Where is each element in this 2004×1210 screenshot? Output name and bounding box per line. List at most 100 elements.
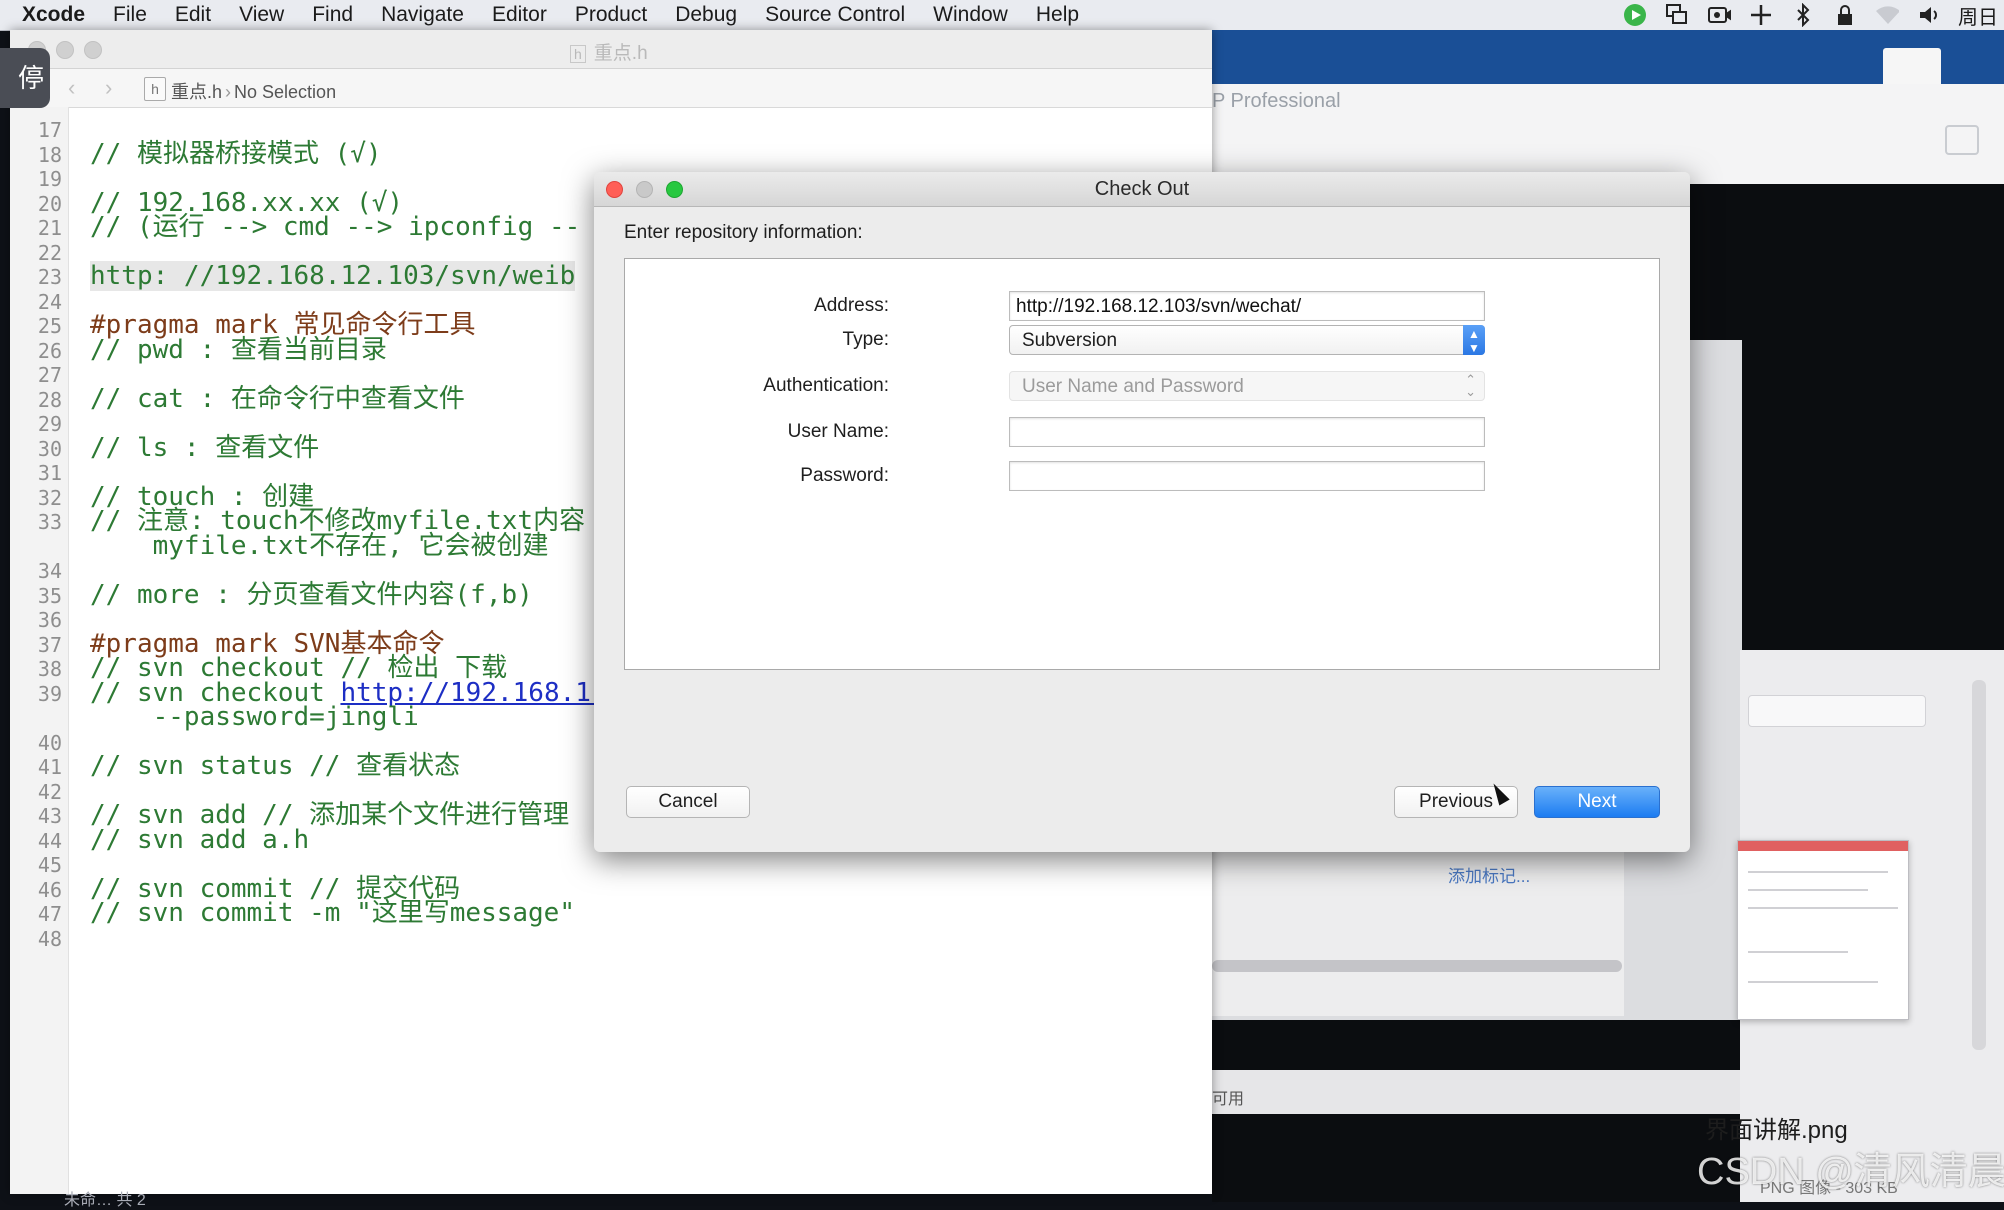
thumbnail-line	[1748, 871, 1888, 873]
line-number: 37	[37, 632, 62, 657]
window-restore-icon[interactable]	[1945, 125, 1979, 155]
minimize-button[interactable]	[56, 41, 74, 59]
code-line[interactable]: // 模拟器桥接模式 (√)	[90, 139, 382, 169]
password-label: Password:	[800, 465, 889, 486]
image-thumbnail[interactable]	[1737, 840, 1909, 1020]
menu-view[interactable]: View	[225, 0, 298, 30]
line-number: 36	[37, 608, 62, 632]
thumbnail-line	[1748, 907, 1898, 909]
username-field[interactable]	[1009, 417, 1485, 447]
menu-debug[interactable]: Debug	[661, 0, 751, 30]
menu-product[interactable]: Product	[561, 0, 661, 30]
code-line[interactable]: // cat : 在命令行中查看文件	[90, 384, 465, 414]
background-status-bar	[1212, 1070, 1742, 1114]
menu-editor[interactable]: Editor	[478, 0, 561, 30]
line-number: 27	[37, 363, 62, 387]
line-number: 47	[37, 902, 62, 926]
menu-app-xcode[interactable]: Xcode	[0, 0, 99, 30]
line-number: 32	[37, 485, 62, 510]
play-circle-icon[interactable]	[1623, 3, 1647, 27]
code-line[interactable]: // svn commit -m "这里写message"	[90, 898, 575, 928]
line-number: 42	[37, 779, 62, 804]
menu-help[interactable]: Help	[1022, 0, 1093, 30]
line-number: 45	[37, 853, 62, 877]
background-scrollbar[interactable]	[1212, 960, 1622, 972]
move-icon[interactable]	[1749, 3, 1773, 27]
line-number: 18	[37, 142, 62, 167]
background-status-text: 可用	[1212, 1091, 1245, 1108]
code-line[interactable]: // more : 分页查看文件内容(f,b)	[90, 580, 533, 610]
check-out-dialog: Check Out Enter repository information: …	[594, 172, 1690, 852]
menu-list: Xcode File Edit View Find Navigate Editor Prod…	[0, 0, 1093, 30]
code-token: myfile.txt不存在, 它会被创建	[90, 530, 549, 561]
code-token: // ls : 查看文件	[90, 432, 320, 463]
menu-clock[interactable]: 周日	[1958, 1, 1998, 30]
menu-file[interactable]: File	[99, 0, 161, 30]
breadcrumb-file[interactable]: 重点.h	[171, 82, 222, 102]
type-label: Type:	[842, 329, 889, 350]
menu-find[interactable]: Find	[298, 0, 367, 30]
menu-edit[interactable]: Edit	[161, 0, 225, 30]
code-line[interactable]: --password=jingli	[90, 702, 419, 732]
thumbnail-line	[1748, 981, 1878, 983]
editor-window-title: h 重点.h	[570, 38, 648, 65]
dialog-instructions: Enter repository information:	[624, 222, 863, 243]
line-number: 19	[37, 167, 62, 191]
side-overlay-tag[interactable]: 停	[0, 48, 50, 108]
code-line[interactable]: // (运行 --> cmd --> ipconfig --	[90, 212, 580, 242]
forward-chevron-icon[interactable]: ›	[105, 75, 112, 101]
zoom-button[interactable]	[84, 41, 102, 59]
line-number: 31	[37, 461, 62, 485]
code-line[interactable]: // svn add a.h	[90, 825, 309, 855]
jump-bar: ‹ › h 重点.h › No Selection	[10, 69, 1212, 108]
lock-icon[interactable]	[1833, 3, 1857, 27]
next-button[interactable]: Next	[1534, 786, 1660, 818]
password-field[interactable]	[1009, 461, 1485, 491]
back-chevron-icon[interactable]: ‹	[68, 75, 75, 101]
address-field[interactable]: http://192.168.12.103/svn/wechat/	[1009, 291, 1485, 321]
authentication-select-value: User Name and Password	[1022, 376, 1244, 397]
bluetooth-icon[interactable]	[1791, 3, 1815, 27]
dialog-titlebar: Check Out	[594, 172, 1690, 207]
screen-record-icon[interactable]	[1707, 3, 1731, 27]
breadcrumb[interactable]: 重点.h › No Selection	[171, 78, 336, 104]
line-number: 35	[37, 583, 62, 608]
line-number: 30	[37, 436, 62, 461]
menu-navigate[interactable]: Navigate	[367, 0, 478, 30]
type-select-value: Subversion	[1022, 330, 1118, 351]
menu-window[interactable]: Window	[919, 0, 1022, 30]
add-tag-link[interactable]: 添加标记...	[1448, 862, 1530, 887]
code-token: // svn status // 查看状态	[90, 751, 461, 781]
menu-bar: Xcode File Edit View Find Navigate Editor Prod…	[0, 0, 2004, 31]
code-token: // pwd : 查看当前目录	[90, 334, 387, 365]
line-number: 41	[37, 755, 62, 779]
volume-icon[interactable]	[1917, 3, 1941, 27]
mirror-display-icon[interactable]	[1665, 3, 1689, 27]
line-number: 48	[37, 926, 62, 951]
finder-search-field[interactable]	[1748, 695, 1926, 727]
code-token: // 模拟器桥接模式 (√)	[90, 138, 382, 169]
finder-scrollbar[interactable]	[1972, 680, 1986, 1050]
dialog-title: Check Out	[1094, 178, 1190, 200]
menu-source-control[interactable]: Source Control	[751, 0, 919, 30]
code-token: --password=jingli	[90, 702, 419, 732]
editor-titlebar: h 重点.h	[10, 30, 1212, 69]
code-line[interactable]: // pwd : 查看当前目录	[90, 335, 387, 365]
breadcrumb-selection[interactable]: No Selection	[234, 82, 336, 102]
line-number: 23	[37, 265, 62, 289]
document-icon	[1883, 48, 1941, 88]
line-number: 20	[37, 191, 62, 216]
code-line[interactable]: // ls : 查看文件	[90, 433, 319, 463]
line-number: 21	[37, 216, 62, 240]
authentication-select: User Name and Password ⌃ ⌄	[1009, 371, 1485, 401]
cancel-button[interactable]: Cancel	[626, 786, 750, 818]
code-token: // svn add a.h	[90, 824, 310, 855]
code-line[interactable]: // svn status // 查看状态	[90, 751, 460, 781]
updown-chevron-icon: ⌃ ⌄	[1465, 372, 1476, 399]
type-select[interactable]: Subversion ▲ ▼	[1009, 325, 1485, 355]
code-token: http: //192.168.12.103/svn/weib	[90, 261, 576, 291]
code-line[interactable]: myfile.txt不存在, 它会被创建	[90, 530, 549, 561]
thumbnail-line	[1748, 889, 1868, 891]
wifi-icon[interactable]	[1875, 3, 1899, 27]
code-line[interactable]: http: //192.168.12.103/svn/weib	[90, 261, 576, 291]
